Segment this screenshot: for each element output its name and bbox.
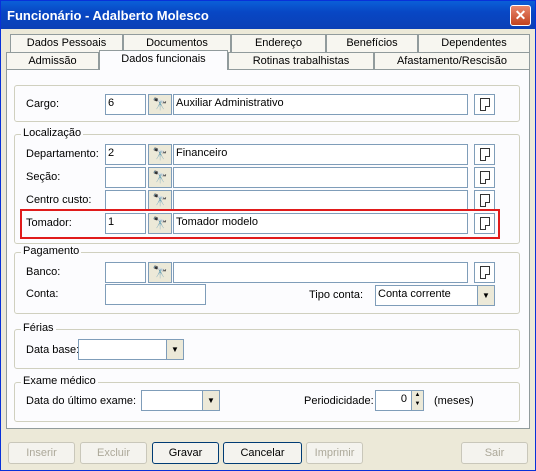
secao-code-input[interactable]: [105, 167, 146, 188]
spinner-arrows-icon[interactable]: ▲ ▼: [411, 391, 423, 410]
gravar-button[interactable]: Gravar: [152, 442, 219, 464]
tipo-conta-select[interactable]: Conta corrente ▼: [375, 285, 495, 306]
secao-description-input[interactable]: [173, 167, 468, 188]
tipo-conta-value: Conta corrente: [378, 288, 451, 300]
binoculars-icon[interactable]: 🔭: [148, 94, 172, 115]
tab-endereco[interactable]: Endereço: [231, 34, 326, 52]
periodicidade-label: Periodicidade:: [304, 395, 374, 407]
pagamento-legend: Pagamento: [21, 245, 82, 257]
binoculars-icon[interactable]: 🔭: [148, 213, 172, 234]
banco-label: Banco:: [26, 266, 61, 278]
document-icon[interactable]: [474, 262, 495, 283]
document-icon[interactable]: [474, 213, 495, 234]
tab-rotinas-trabalhistas[interactable]: Rotinas trabalhistas: [228, 52, 374, 70]
dropdown-arrow-icon[interactable]: ▼: [477, 286, 494, 305]
tab-afastamento-rescisao[interactable]: Afastamento/Rescisão: [374, 52, 530, 70]
tab-dependentes[interactable]: Dependentes: [418, 34, 530, 52]
ultimo-exame-select[interactable]: ▼: [141, 390, 220, 411]
conta-input[interactable]: [105, 284, 206, 305]
binoculars-icon[interactable]: 🔭: [148, 262, 172, 283]
exame-legend: Exame médico: [21, 375, 98, 387]
centro-custo-code-input[interactable]: [105, 190, 146, 211]
periodicidade-value: 0: [400, 393, 407, 405]
document-icon[interactable]: [474, 167, 495, 188]
inserir-button[interactable]: Inserir: [8, 442, 75, 464]
binoculars-icon[interactable]: 🔭: [148, 190, 172, 211]
tomador-label: Tomador:: [26, 217, 72, 229]
tab-admissao[interactable]: Admissão: [6, 52, 99, 70]
window-title: Funcionário - Adalberto Molesco: [7, 8, 209, 23]
excluir-button[interactable]: Excluir: [80, 442, 147, 464]
tomador-description-input[interactable]: Tomador modelo: [173, 213, 468, 234]
dropdown-arrow-icon[interactable]: ▼: [202, 391, 219, 410]
data-base-label: Data base:: [26, 344, 80, 356]
binoculars-icon[interactable]: 🔭: [148, 144, 172, 165]
document-icon[interactable]: [474, 94, 495, 115]
document-icon[interactable]: [474, 144, 495, 165]
data-base-select[interactable]: ▼: [78, 339, 184, 360]
ultimo-exame-label: Data do último exame:: [26, 395, 137, 407]
close-button[interactable]: ✕: [510, 5, 531, 26]
banco-code-input[interactable]: [105, 262, 146, 283]
departamento-code-input[interactable]: 2: [105, 144, 146, 165]
tab-beneficios[interactable]: Benefícios: [326, 34, 418, 52]
tab-dados-funcionais[interactable]: Dados funcionais: [99, 50, 228, 70]
departamento-description-input[interactable]: Financeiro: [173, 144, 468, 165]
secao-label: Seção:: [26, 171, 61, 183]
cargo-description-input[interactable]: Auxiliar Administrativo: [173, 94, 468, 115]
periodicidade-spinner[interactable]: 0 ▲ ▼: [375, 390, 424, 411]
centro-custo-description-input[interactable]: [173, 190, 468, 211]
tomador-code-input[interactable]: 1: [105, 213, 146, 234]
cargo-code-input[interactable]: 6: [105, 94, 146, 115]
departamento-label: Departamento:: [26, 148, 99, 160]
document-icon[interactable]: [474, 190, 495, 211]
employee-window: Funcionário - Adalberto Molesco ✕ Dados …: [0, 0, 536, 471]
ferias-legend: Férias: [21, 322, 56, 334]
sair-button[interactable]: Sair: [461, 442, 528, 464]
centro-custo-label: Centro custo:: [26, 194, 92, 206]
banco-description-input[interactable]: [173, 262, 468, 283]
dropdown-arrow-icon[interactable]: ▼: [166, 340, 183, 359]
tipo-conta-label: Tipo conta:: [309, 289, 364, 301]
binoculars-icon[interactable]: 🔭: [148, 167, 172, 188]
cargo-label: Cargo:: [26, 98, 60, 110]
meses-label: (meses): [434, 395, 474, 407]
title-bar: Funcionário - Adalberto Molesco ✕: [1, 1, 535, 29]
imprimir-button[interactable]: Imprimir: [306, 442, 363, 464]
localizacao-legend: Localização: [21, 127, 84, 139]
cancelar-button[interactable]: Cancelar: [223, 442, 302, 464]
conta-label: Conta:: [26, 288, 59, 300]
